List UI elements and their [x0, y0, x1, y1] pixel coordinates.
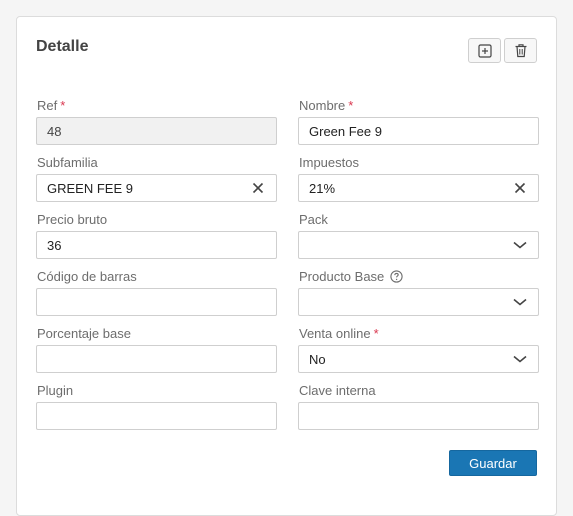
subfamilia-label: Subfamilia [37, 155, 98, 170]
delete-button[interactable] [504, 38, 537, 63]
producto-base-select[interactable] [298, 288, 539, 316]
precio-bruto-input[interactable]: 36 [36, 231, 277, 259]
chevron-down-icon[interactable] [512, 237, 528, 253]
add-button[interactable] [468, 38, 501, 63]
clear-icon[interactable] [250, 180, 266, 196]
venta-online-label: Venta online * [299, 326, 379, 341]
porcentaje-base-input[interactable] [36, 345, 277, 373]
venta-online-select[interactable]: No [298, 345, 539, 373]
plugin-input[interactable] [36, 402, 277, 430]
pack-select[interactable] [298, 231, 539, 259]
save-button[interactable]: Guardar [449, 450, 537, 476]
subfamilia-select[interactable]: GREEN FEE 9 [36, 174, 277, 202]
clave-interna-label: Clave interna [299, 383, 376, 398]
precio-bruto-label: Precio bruto [37, 212, 108, 227]
impuestos-select[interactable]: 21% [298, 174, 539, 202]
plugin-label: Plugin [37, 383, 74, 398]
pack-label: Pack [299, 212, 328, 227]
nombre-label: Nombre * [299, 98, 354, 113]
required-marker: * [373, 326, 379, 341]
card-title: Detalle [36, 38, 89, 55]
clear-icon[interactable] [512, 180, 528, 196]
codigo-barras-label: Código de barras [37, 269, 137, 284]
ref-label: Ref * [37, 98, 66, 113]
chevron-down-icon[interactable] [512, 351, 528, 367]
trash-icon [515, 44, 526, 58]
ref-input[interactable]: 48 [36, 117, 277, 145]
required-marker: * [60, 98, 66, 113]
nombre-input[interactable]: Green Fee 9 [298, 117, 539, 145]
required-marker: * [348, 98, 354, 113]
clave-interna-input[interactable] [298, 402, 539, 430]
porcentaje-base-label: Porcentaje base [37, 326, 131, 341]
impuestos-label: Impuestos [299, 155, 359, 170]
codigo-barras-input[interactable] [36, 288, 277, 316]
detail-card: Detalle Ref * 48 Nombre * Green Fee 9 Su… [16, 16, 557, 516]
producto-base-label: Producto Base [299, 269, 403, 284]
chevron-down-icon[interactable] [512, 294, 528, 310]
plus-square-icon [477, 43, 492, 58]
help-circle-icon[interactable] [390, 270, 403, 283]
